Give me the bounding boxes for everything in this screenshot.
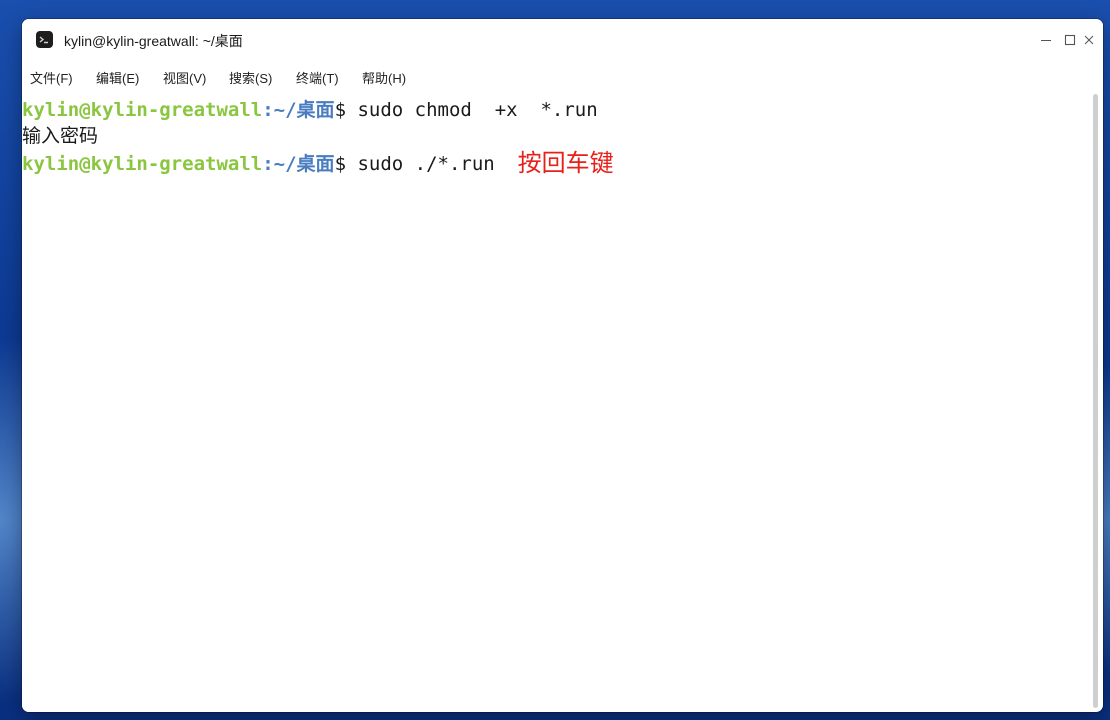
terminal-line: kylin@kylin-greatwall:~/桌面$ sudo chmod +… [22, 97, 598, 123]
menu-help[interactable]: 帮助(H) [362, 68, 406, 87]
terminal-icon [36, 31, 53, 48]
prompt-path: ~/桌面 [273, 153, 335, 175]
title-bar[interactable]: kylin@kylin-greatwall: ~/桌面 [22, 19, 1103, 62]
terminal-line: 输入密码 [22, 123, 98, 149]
prompt-colon: : [262, 153, 274, 175]
minimize-button[interactable] [1033, 28, 1059, 52]
menu-view[interactable]: 视图(V) [163, 68, 206, 87]
menu-file[interactable]: 文件(F) [30, 68, 73, 87]
output-text: 输入密码 [22, 125, 99, 147]
command-text: $ sudo ./*.run [334, 153, 495, 175]
prompt-path: ~/桌面 [273, 99, 335, 121]
annotation-text: 按回车键 [517, 149, 614, 177]
close-button[interactable] [1076, 28, 1102, 52]
prompt-colon: : [262, 99, 274, 121]
prompt-user: kylin@kylin-greatwall [22, 153, 263, 175]
prompt-user: kylin@kylin-greatwall [22, 99, 263, 121]
menu-edit[interactable]: 编辑(E) [96, 68, 139, 87]
scrollbar-thumb[interactable] [1093, 94, 1098, 708]
scrollbar[interactable] [1090, 94, 1100, 708]
maximize-icon [1064, 34, 1076, 46]
menu-search[interactable]: 搜索(S) [229, 68, 272, 87]
menu-terminal[interactable]: 终端(T) [296, 68, 339, 87]
minimize-icon [1041, 39, 1051, 42]
terminal-output[interactable]: kylin@kylin-greatwall:~/桌面$ sudo chmod +… [22, 94, 1087, 712]
close-icon [1084, 35, 1094, 45]
window-title: kylin@kylin-greatwall: ~/桌面 [64, 33, 243, 49]
terminal-window: kylin@kylin-greatwall: ~/桌面 文件(F) 编辑(E) … [22, 19, 1103, 712]
menu-bar: 文件(F) 编辑(E) 视图(V) 搜索(S) 终端(T) 帮助(H) [22, 62, 1103, 92]
command-text: $ sudo chmod +x *.run [334, 99, 598, 121]
terminal-line: kylin@kylin-greatwall:~/桌面$ sudo ./*.run… [22, 149, 614, 177]
